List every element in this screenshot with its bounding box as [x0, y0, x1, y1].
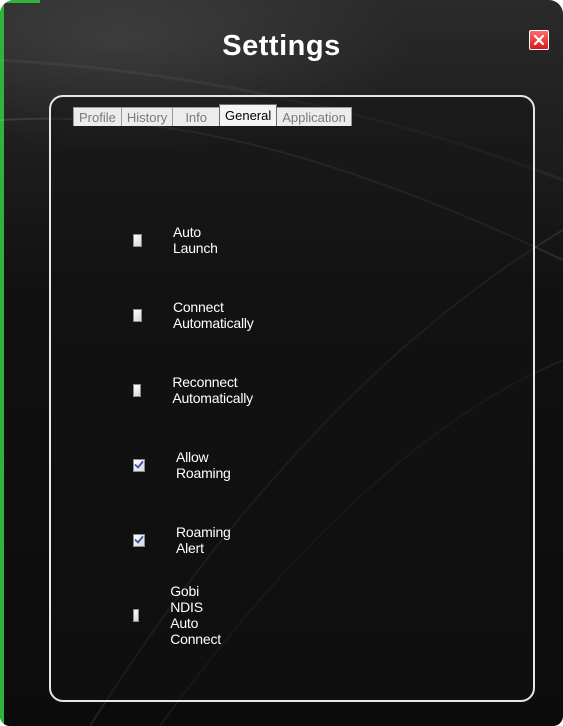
tab-profile[interactable]: Profile: [73, 107, 122, 126]
gobi-ndis-auto-connect-label: Gobi NDIS Auto Connect: [170, 583, 221, 647]
reconnect-automatically-label: Reconnect Automatically: [172, 374, 253, 406]
reconnect-automatically-checkbox[interactable]: [133, 383, 142, 397]
window-edge-accent-top: [0, 0, 40, 3]
close-icon: [533, 34, 545, 46]
tab-info[interactable]: Info: [172, 107, 220, 126]
option-allow-roaming[interactable]: Allow Roaming: [133, 449, 232, 481]
auto-launch-label: Auto Launch: [173, 224, 218, 256]
option-roaming-alert[interactable]: Roaming Alert: [133, 524, 232, 556]
option-reconnect-automatically[interactable]: Reconnect Automatically: [133, 374, 258, 406]
check-mark-icon: [134, 536, 144, 544]
allow-roaming-label: Allow Roaming: [176, 449, 231, 481]
window-edge-accent: [0, 0, 4, 726]
settings-panel: [49, 95, 535, 702]
check-mark-icon: [134, 461, 144, 469]
option-connect-automatically[interactable]: Connect Automatically: [133, 299, 258, 331]
tab-history[interactable]: History: [120, 107, 174, 126]
option-gobi-ndis-auto-connect[interactable]: Gobi NDIS Auto Connect: [133, 583, 228, 647]
close-button[interactable]: [529, 30, 549, 50]
allow-roaming-checkbox[interactable]: [133, 458, 145, 472]
connect-automatically-checkbox[interactable]: [133, 308, 142, 322]
auto-launch-checkbox[interactable]: [133, 233, 143, 247]
roaming-alert-checkbox[interactable]: [133, 533, 145, 547]
tab-application[interactable]: Application: [276, 107, 352, 126]
tab-general[interactable]: General: [219, 104, 278, 126]
settings-window: Settings Profile History Info General Ap…: [0, 0, 563, 726]
window-title: Settings: [222, 30, 341, 62]
gobi-ndis-auto-connect-checkbox[interactable]: [133, 608, 140, 622]
tab-bar: Profile History Info General Application: [73, 104, 352, 126]
connect-automatically-label: Connect Automatically: [172, 299, 254, 331]
roaming-alert-label: Roaming Alert: [176, 524, 231, 556]
option-auto-launch[interactable]: Auto Launch: [133, 224, 222, 256]
